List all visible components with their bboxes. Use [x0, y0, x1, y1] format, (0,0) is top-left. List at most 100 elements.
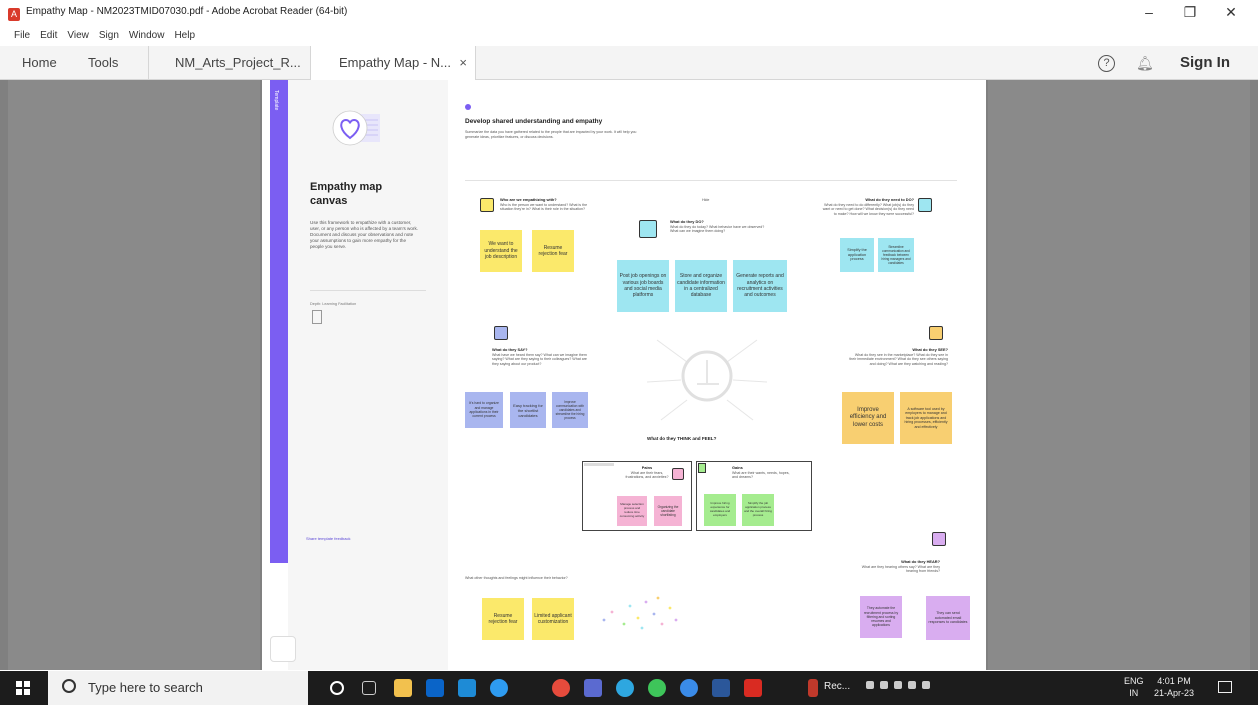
- sticky-note[interactable]: We want to understand the job descriptio…: [480, 230, 522, 272]
- head-illustration-icon: [647, 339, 767, 421]
- system-tray-icons[interactable]: [866, 681, 936, 691]
- confetti-decoration: [602, 596, 678, 630]
- hear-question: What do they HEAR? What are they hearing …: [861, 559, 940, 574]
- pains-icon: [672, 468, 684, 480]
- gains-question: Gains What are their wants, needs, hopes,…: [732, 465, 790, 480]
- menu-bar: File Edit View Sign Window Help: [14, 30, 195, 46]
- sticky-note[interactable]: Improve communication with candidates an…: [552, 392, 588, 428]
- maximize-button[interactable]: ❐: [1175, 4, 1205, 21]
- app-icon[interactable]: [584, 679, 602, 697]
- window-title: Empathy Map - NM2023TMID07030.pdf - Adob…: [26, 6, 348, 17]
- pdf-page[interactable]: Template Empathy map canvas Use this fra…: [262, 80, 986, 670]
- recorder-icon[interactable]: [808, 679, 818, 697]
- document-workspace[interactable]: Template Empathy map canvas Use this fra…: [0, 80, 1258, 670]
- acrobat-taskbar-icon[interactable]: [744, 679, 762, 697]
- sign-in-button[interactable]: Sign In: [1180, 46, 1230, 80]
- pains-tab-marker: [584, 463, 614, 466]
- notification-bell-icon[interactable]: 🔔︎: [1136, 55, 1154, 72]
- sticky-note[interactable]: Easy tracking for the shortlist candidat…: [510, 392, 546, 428]
- tab-home[interactable]: Home: [22, 46, 57, 80]
- sticky-note[interactable]: It's hard to organize and manage applica…: [465, 392, 503, 428]
- menu-sign[interactable]: Sign: [99, 30, 119, 46]
- edge-icon[interactable]: [490, 679, 508, 697]
- sticky-note[interactable]: Post job openings on various job boards …: [617, 260, 669, 312]
- sticky-note[interactable]: Improve hiring experience for candidates…: [704, 494, 736, 526]
- hear-icon: [932, 532, 946, 546]
- recorder-tray-label[interactable]: Rec...: [824, 681, 850, 692]
- tab-close-icon[interactable]: ×: [459, 46, 467, 80]
- menu-window[interactable]: Window: [129, 30, 165, 46]
- sticky-note[interactable]: Limited applicant customization: [532, 598, 574, 640]
- acrobat-icon: A: [8, 8, 20, 21]
- whatsapp-icon[interactable]: [648, 679, 666, 697]
- sticky-note[interactable]: Simplify the application process: [840, 238, 874, 272]
- panel-divider: [310, 290, 426, 291]
- template-panel: Empathy map canvas Use this framework to…: [288, 80, 448, 670]
- template-strip-label: Template: [273, 90, 279, 111]
- need-icon: [918, 198, 932, 212]
- menu-help[interactable]: Help: [174, 30, 195, 46]
- sticky-note[interactable]: Improve efficiency and lower costs: [842, 392, 894, 444]
- help-icon[interactable]: ?: [1098, 55, 1115, 72]
- panel-description: Use this framework to empathize with a c…: [310, 220, 419, 249]
- tab-nm-arts-project[interactable]: NM_Arts_Project_R...: [148, 46, 308, 80]
- taskbar-search-box[interactable]: Type here to search: [48, 671, 308, 705]
- telegram-icon[interactable]: [616, 679, 634, 697]
- sticky-note[interactable]: They can send automated email responses …: [926, 596, 970, 640]
- store-icon[interactable]: [426, 679, 444, 697]
- file-explorer-icon[interactable]: [394, 679, 412, 697]
- clock[interactable]: 4:01 PM 21-Apr-23: [1154, 675, 1194, 699]
- menu-view[interactable]: View: [67, 30, 89, 46]
- tab-empathy-map-label: Empathy Map - N...: [339, 55, 451, 70]
- facilitation-icon: [312, 310, 322, 324]
- who-icon: [480, 198, 494, 212]
- sticky-note[interactable]: Organizing the candidate shortlisting: [654, 496, 682, 526]
- taskbar: Type here to search Rec... ENG IN 4:01 PM…: [0, 671, 1258, 705]
- search-placeholder: Type here to search: [88, 680, 203, 695]
- template-strip: [270, 80, 288, 563]
- notification-center-icon[interactable]: [1218, 681, 1232, 693]
- search-icon: [62, 679, 76, 693]
- sticky-note[interactable]: They automate the recruitment process by…: [860, 596, 902, 638]
- tab-tools[interactable]: Tools: [88, 46, 118, 80]
- do-question: What do they DO? What do they do today? W…: [670, 219, 765, 234]
- panel-small-label: Depth: Learning Facilitation: [310, 302, 357, 306]
- language-indicator[interactable]: ENG IN: [1124, 675, 1144, 699]
- title-bar: A Empathy Map - NM2023TMID07030.pdf - Ad…: [0, 0, 1258, 30]
- tab-bar: Home Tools NM_Arts_Project_R... Empathy …: [0, 46, 1258, 80]
- task-view-icon[interactable]: [362, 681, 376, 695]
- tab-empathy-map[interactable]: Empathy Map - N... ×: [310, 46, 476, 80]
- windows-start-icon[interactable]: [16, 681, 30, 695]
- sticky-note[interactable]: Generate reports and analytics on recrui…: [733, 260, 787, 312]
- cortana-app-icon[interactable]: [680, 679, 698, 697]
- sticky-note[interactable]: Streamline communication and feedback be…: [878, 238, 914, 272]
- sticky-note[interactable]: Manage selection process and reduce time…: [617, 496, 647, 526]
- close-window-button[interactable]: ✕: [1216, 4, 1246, 21]
- menu-file[interactable]: File: [14, 30, 30, 46]
- center-label: Hide: [702, 198, 710, 202]
- cortana-icon[interactable]: [330, 681, 344, 695]
- other-thoughts-label: What other thoughts and feelings might i…: [465, 576, 568, 580]
- need-question: What do they need to DO? What do they nee…: [822, 197, 914, 216]
- see-question: What do they SEE? What do they see in the…: [849, 347, 948, 366]
- sticky-note[interactable]: Simplify the job application process and…: [742, 494, 774, 526]
- canvas-heading: Develop shared understanding and empathy: [465, 118, 603, 125]
- word-icon[interactable]: [712, 679, 730, 697]
- minimize-button[interactable]: –: [1134, 4, 1164, 20]
- share-feedback-link[interactable]: Share template feedback: [306, 536, 350, 541]
- pains-question: Pains What are their fears, frustrations,…: [625, 465, 669, 480]
- sticky-note[interactable]: A software tool used by employers to man…: [900, 392, 952, 444]
- see-icon: [929, 326, 943, 340]
- left-gutter: [8, 80, 260, 670]
- gains-icon: [698, 463, 706, 473]
- sticky-note[interactable]: Store and organize candidate information…: [675, 260, 727, 312]
- say-question: What do they SAY? What have we heard them…: [492, 347, 587, 366]
- menu-edit[interactable]: Edit: [40, 30, 57, 46]
- mail-icon[interactable]: [458, 679, 476, 697]
- say-icon: [494, 326, 508, 340]
- sticky-note[interactable]: Resume rejection fear: [482, 598, 524, 640]
- page-thumbnail-icon[interactable]: [270, 636, 296, 662]
- chrome-icon[interactable]: [552, 679, 570, 697]
- sticky-note[interactable]: Resume rejection fear: [532, 230, 574, 272]
- think-feel-title: What do they THINK and FEEL?: [647, 436, 717, 441]
